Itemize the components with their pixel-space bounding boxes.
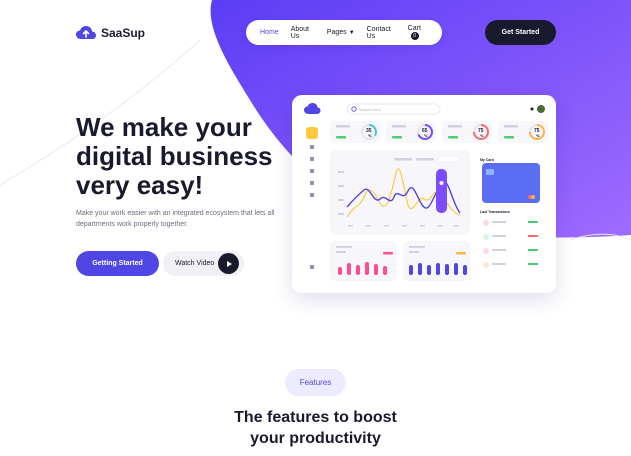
watch-video-button[interactable]: Watch Video xyxy=(163,251,244,276)
stat-suffix-4: % xyxy=(536,133,540,138)
stat-suffix-1: % xyxy=(368,133,372,138)
sidebar-icon-3 xyxy=(310,157,314,161)
play-icon xyxy=(218,253,239,274)
stat-suffix-2: % xyxy=(424,133,428,138)
main-navigation: Home About Us Pages ▼ Contact Us Cart0 xyxy=(246,20,442,45)
features-badge: Features xyxy=(285,369,346,396)
my-card-title: My Card xyxy=(480,158,494,162)
bar-chart-panel-2 xyxy=(403,241,470,281)
transactions-title: Last Transactions xyxy=(480,210,510,214)
cloud-upload-icon xyxy=(76,26,96,39)
features-title-line-1: The features to boost xyxy=(234,409,397,426)
sidebar-icon-4 xyxy=(310,169,314,173)
sidebar-logout-icon xyxy=(310,265,314,269)
nav-item-cart[interactable]: Cart0 xyxy=(408,25,428,40)
my-card-panel: My Card Last Transactions xyxy=(480,158,540,268)
nav-item-cart-label: Cart xyxy=(407,25,421,32)
nav-item-pages-label: Pages xyxy=(326,29,347,36)
brand-logo[interactable]: SaaSup xyxy=(76,26,145,40)
cart-count-badge: 0 xyxy=(410,32,419,40)
nav-item-home[interactable]: Home xyxy=(260,29,279,36)
getting-started-button[interactable]: Getting Started xyxy=(76,251,159,276)
hero-title-line-1: We make your xyxy=(76,112,252,142)
features-title-line-2: your productivity xyxy=(250,430,381,447)
nav-item-about[interactable]: About Us xyxy=(291,26,315,40)
nav-item-pages[interactable]: Pages ▼ xyxy=(327,29,355,36)
nav-item-contact[interactable]: Contact Us xyxy=(367,26,396,40)
stat-card-2: 65 % xyxy=(386,121,436,143)
sidebar-icon-2 xyxy=(310,145,314,149)
notification-dot xyxy=(530,107,534,111)
get-started-button[interactable]: Get Started xyxy=(485,20,556,45)
stat-card-1: 35 % xyxy=(330,121,380,143)
dashboard-logo-icon xyxy=(304,103,321,114)
line-chart-panel xyxy=(330,150,470,235)
stat-card-4: 75 % xyxy=(498,121,548,143)
stat-suffix-3: % xyxy=(480,133,484,138)
sidebar-active-icon xyxy=(306,127,318,139)
hero-title-line-3: very easy! xyxy=(76,170,204,200)
stat-card-3: 75 % xyxy=(442,121,492,143)
chevron-down-icon: ▼ xyxy=(348,30,355,36)
dashboard-illustration: Search here 35 % 65 % 75 % 75 % My Card … xyxy=(304,103,548,281)
watch-video-label: Watch Video xyxy=(175,260,215,267)
sidebar-icon-5 xyxy=(310,181,314,185)
landing-page: SaaSup Home About Us Pages ▼ Contact Us C… xyxy=(0,0,631,456)
dashboard-search-placeholder: Search here xyxy=(359,107,382,112)
features-title: The features to boost your productivity xyxy=(200,407,431,449)
dashboard-avatar xyxy=(537,105,545,113)
sidebar-icon-6 xyxy=(310,193,314,197)
hero-title-line-2: digital business xyxy=(76,141,273,171)
dashboard-preview: Search here 35 % 65 % 75 % 75 % My Card … xyxy=(292,95,556,293)
hero-subtitle: Make your work easier with an integrated… xyxy=(76,210,275,228)
bar-chart-panel-1 xyxy=(330,241,397,281)
brand-name: SaaSup xyxy=(101,26,146,40)
hero-title: We make your digital business very easy! xyxy=(76,113,296,200)
